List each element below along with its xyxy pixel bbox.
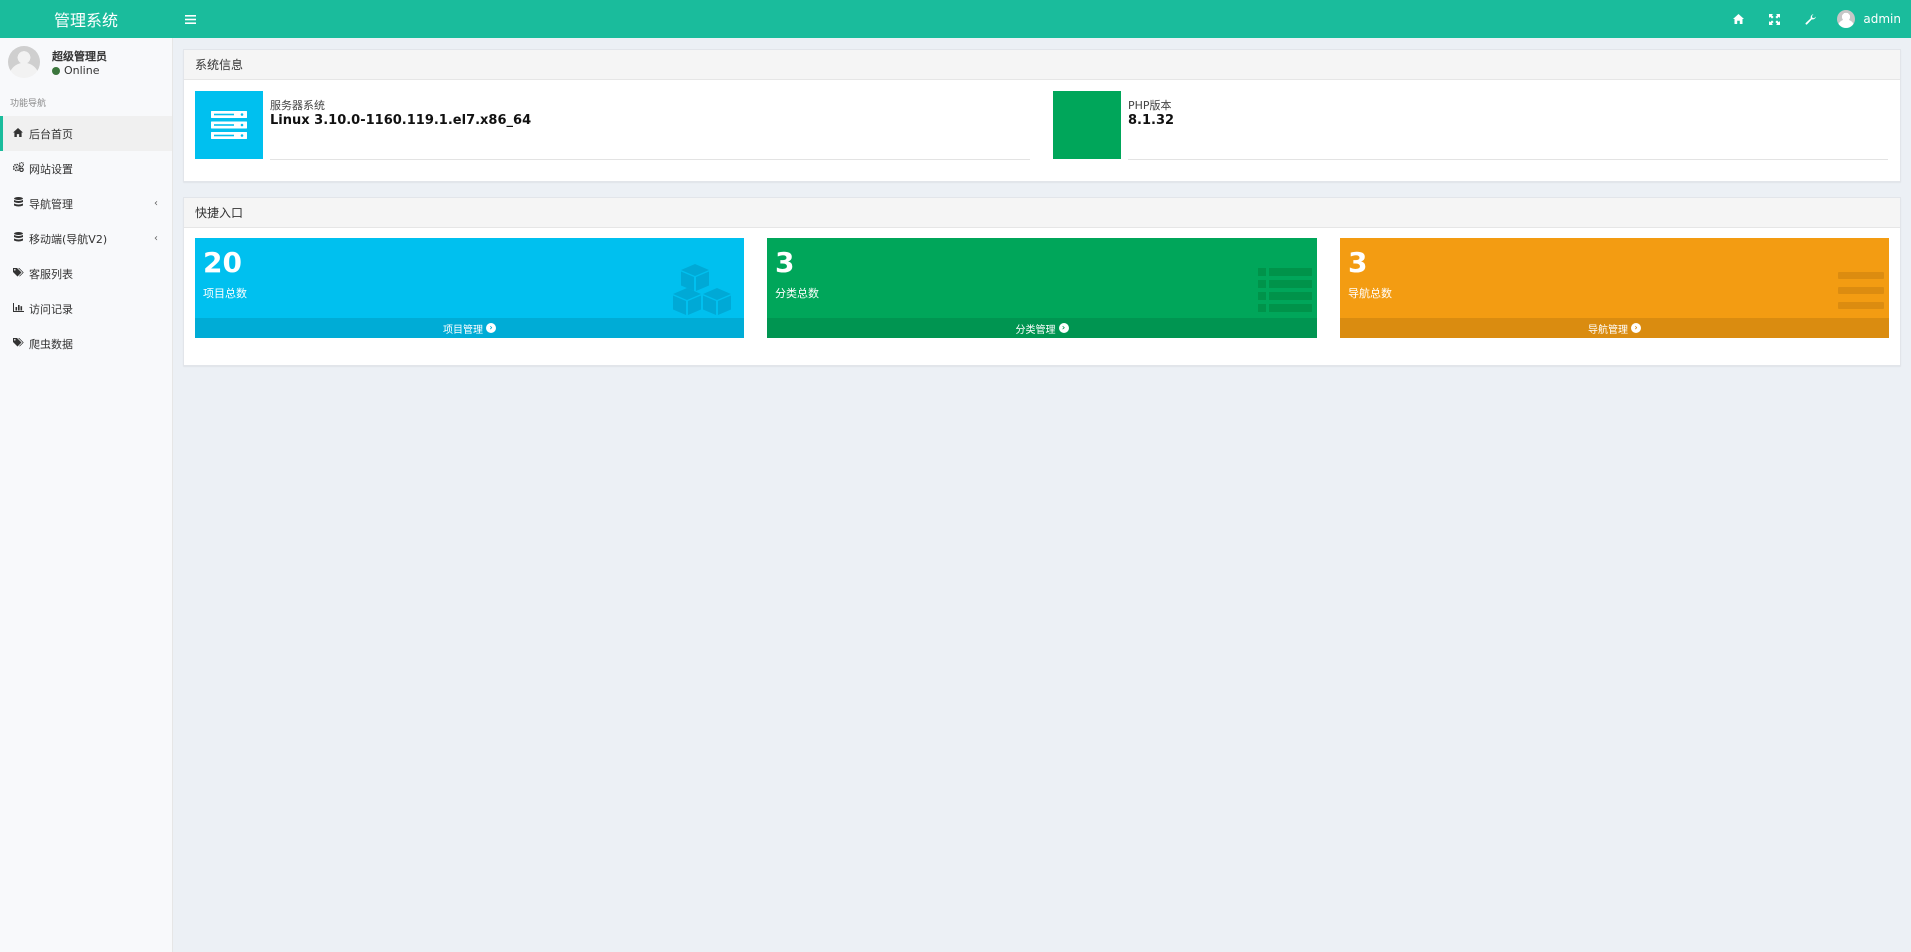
chevron-left-icon: ‹ [154,233,158,244]
bar-chart-icon [12,302,24,315]
sidebar-item-label: 网站设置 [29,162,73,176]
info-body: 服务器系统 Linux 3.10.0-1160.119.1.el7.x86_64 [270,91,1030,160]
system-info-box: 系统信息 服务器系统 Linux 3.10.0-1160.119.1.el7.x… [183,49,1901,182]
info-icon-bg [195,91,263,159]
user-panel: 超级管理员 Online [8,46,164,86]
stat-footer-label: 项目管理 [443,324,483,336]
sidebar-nav: 后台首页 网站设置 导航管理 ‹ 移动端(导航V2) ‹ 客服列表 访问记录 爬… [0,116,172,361]
info-value: Linux 3.10.0-1160.119.1.el7.x86_64 [270,113,532,128]
stat-card-navigations: 3 导航总数 导航管理 › [1340,238,1889,338]
cubes-icon [673,264,739,320]
bars-icon[interactable] [180,9,200,29]
info-label: 服务器系统 [270,99,325,112]
sidebar-item-label: 移动端(导航V2) [29,232,108,246]
home-icon[interactable] [1729,10,1747,28]
sidebar-item-label: 访问记录 [29,302,73,316]
info-label: PHP版本 [1128,99,1172,112]
brand-logo[interactable]: 管理系统 [0,0,172,38]
sidebar-item-label: 后台首页 [29,127,73,141]
info-value: 8.1.32 [1128,113,1175,128]
arrow-circle-right-icon: › [486,323,496,333]
user-status: Online [52,64,99,77]
user-menu-name: admin [1863,12,1901,26]
quick-entry-box: 快捷入口 20 项目总数 项目管理 › 3 分类总数 分类管理 › 3 导航总数… [183,197,1901,366]
info-box-server-os: 服务器系统 Linux 3.10.0-1160.119.1.el7.x86_64 [195,91,1030,160]
nav-header: 功能导航 [10,99,47,109]
stat-number: 20 [203,246,242,279]
sidebar: 超级管理员 Online 功能导航 后台首页 网站设置 导航管理 ‹ 移动端(导… [0,38,173,952]
list-icon [1258,268,1312,316]
top-navbar: 管理系统 admin [0,0,1911,38]
box-title: 系统信息 [184,50,1900,80]
stat-footer-label: 导航管理 [1588,324,1628,336]
user-status-text: Online [64,64,100,77]
bars-icon [1838,272,1884,314]
database-icon [12,197,24,210]
stat-number: 3 [775,246,795,279]
user-name: 超级管理员 [52,50,107,63]
user-menu[interactable]: admin [1837,10,1901,28]
database-icon [12,232,24,245]
gears-icon [12,161,24,175]
wrench-icon[interactable] [1801,10,1819,28]
sidebar-item-label: 客服列表 [29,267,73,281]
stat-label: 项目总数 [203,287,247,300]
avatar [1837,10,1856,28]
info-body: PHP版本 8.1.32 [1128,91,1888,160]
stat-footer-link[interactable]: 项目管理 › [195,318,744,338]
stat-card-projects: 20 项目总数 项目管理 › [195,238,744,338]
arrow-circle-right-icon: › [1631,323,1641,333]
stat-footer-link[interactable]: 导航管理 › [1340,318,1889,338]
tags-icon [12,337,24,350]
stat-footer-label: 分类管理 [1015,324,1056,336]
fullscreen-icon[interactable] [1765,10,1783,28]
stat-footer-link[interactable]: 分类管理 › [767,318,1317,338]
top-actions: admin [1729,0,1901,38]
stat-number: 3 [1348,246,1368,279]
sidebar-item-home[interactable]: 后台首页 [0,116,172,151]
sidebar-item-customer-service[interactable]: 客服列表 [0,256,172,291]
sidebar-item-visit-logs[interactable]: 访问记录 [0,291,172,326]
info-box-php-version: PHP版本 8.1.32 [1053,91,1888,160]
sidebar-item-crawler-data[interactable]: 爬虫数据 [0,326,172,361]
server-icon [211,111,247,139]
stat-label: 导航总数 [1348,287,1392,300]
tags-icon [12,267,24,280]
online-dot-icon [52,66,60,75]
sidebar-item-site-settings[interactable]: 网站设置 [0,151,172,186]
chevron-left-icon: ‹ [154,198,158,209]
box-title: 快捷入口 [184,198,1900,228]
sidebar-item-label: 爬虫数据 [29,337,73,351]
sidebar-item-nav-management[interactable]: 导航管理 ‹ [0,186,172,221]
info-icon-bg [1053,91,1121,159]
sidebar-item-label: 导航管理 [29,197,73,211]
home-icon [12,127,24,140]
stat-label: 分类总数 [775,287,819,300]
stat-card-categories: 3 分类总数 分类管理 › [767,238,1317,338]
stat-cards: 20 项目总数 项目管理 › 3 分类总数 分类管理 › 3 导航总数 导航管理… [195,238,1889,338]
sidebar-item-mobile-nav-v2[interactable]: 移动端(导航V2) ‹ [0,221,172,256]
arrow-circle-right-icon: › [1058,323,1069,333]
avatar [8,46,40,78]
